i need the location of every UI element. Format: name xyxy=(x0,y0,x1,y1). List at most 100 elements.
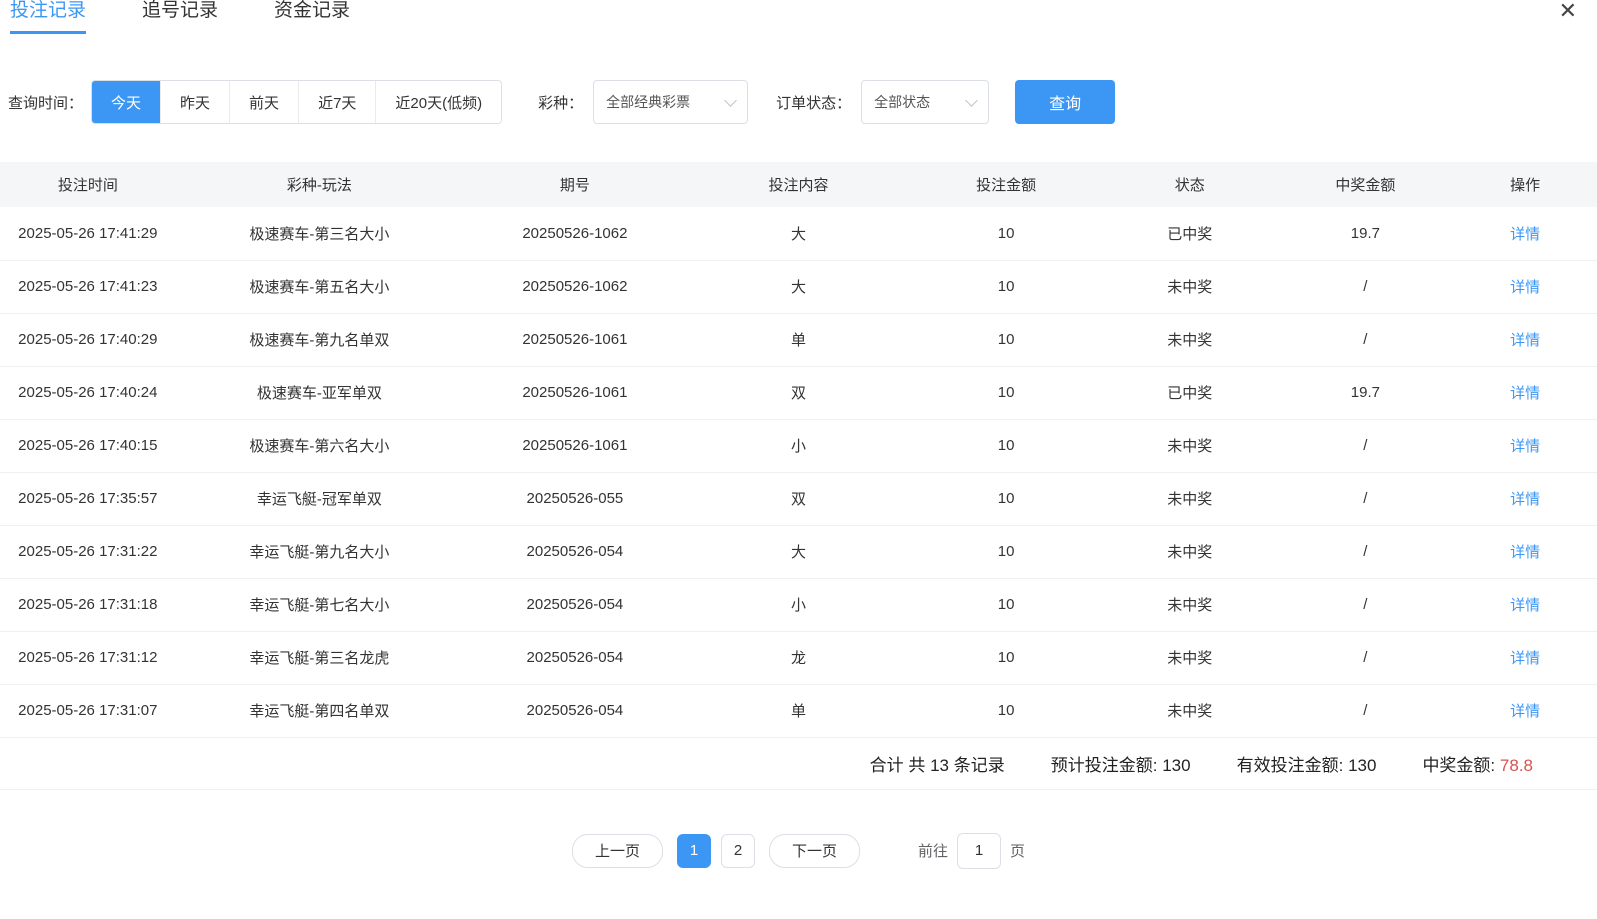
cell-issue: 20250526-055 xyxy=(463,472,687,525)
goto-page-input[interactable] xyxy=(957,833,1001,869)
cell-bet-content: 小 xyxy=(687,419,911,472)
lottery-filter-label: 彩种： xyxy=(538,92,583,113)
cell-issue: 20250526-054 xyxy=(463,525,687,578)
detail-link[interactable]: 详情 xyxy=(1510,650,1540,667)
detail-link[interactable]: 详情 xyxy=(1510,438,1540,455)
table-row: 2025-05-26 17:41:29 极速赛车-第三名大小 20250526-… xyxy=(0,207,1597,260)
order-status-select[interactable]: 全部状态 xyxy=(861,80,989,124)
cell-action: 详情 xyxy=(1453,578,1597,631)
cell-bet-amount: 10 xyxy=(910,578,1102,631)
page-button-1[interactable]: 1 xyxy=(677,834,711,868)
bet-records-panel: 投注记录 追号记录 资金记录 ✕ 查询时间： 今天 昨天 前天 近7天 近20天… xyxy=(0,0,1597,919)
cell-bet-amount: 10 xyxy=(910,631,1102,684)
cell-status: 已中奖 xyxy=(1102,207,1278,260)
cell-bet-content: 大 xyxy=(687,525,911,578)
time-option-7days[interactable]: 近7天 xyxy=(298,81,375,123)
cell-bet-amount: 10 xyxy=(910,419,1102,472)
tab-chase-records[interactable]: 追号记录 xyxy=(142,0,218,31)
tab-fund-records[interactable]: 资金记录 xyxy=(274,0,350,31)
cell-bet-content: 单 xyxy=(687,684,911,737)
goto-unit-label: 页 xyxy=(1010,840,1025,861)
cell-game-play: 幸运飞艇-第九名大小 xyxy=(176,525,463,578)
cell-bet-amount: 10 xyxy=(910,525,1102,578)
cell-game-play: 极速赛车-第九名单双 xyxy=(176,313,463,366)
bet-records-table: 投注时间 彩种-玩法 期号 投注内容 投注金额 状态 中奖金额 操作 2025-… xyxy=(0,162,1597,738)
table-row: 2025-05-26 17:31:12 幸运飞艇-第三名龙虎 20250526-… xyxy=(0,631,1597,684)
cell-prize: 19.7 xyxy=(1278,366,1454,419)
close-icon[interactable]: ✕ xyxy=(1559,0,1577,22)
table-row: 2025-05-26 17:31:18 幸运飞艇-第七名大小 20250526-… xyxy=(0,578,1597,631)
cell-status: 已中奖 xyxy=(1102,366,1278,419)
header-action: 操作 xyxy=(1453,162,1597,207)
cell-game-play: 极速赛车-亚军单双 xyxy=(176,366,463,419)
tab-bet-records[interactable]: 投注记录 xyxy=(10,0,86,34)
cell-bet-content: 龙 xyxy=(687,631,911,684)
cell-bet-time: 2025-05-26 17:31:22 xyxy=(0,525,176,578)
detail-link[interactable]: 详情 xyxy=(1510,332,1540,349)
time-filter-label: 查询时间： xyxy=(8,92,83,113)
table-row: 2025-05-26 17:31:07 幸运飞艇-第四名单双 20250526-… xyxy=(0,684,1597,737)
table-row: 2025-05-26 17:40:29 极速赛车-第九名单双 20250526-… xyxy=(0,313,1597,366)
summary-total: 合计 共 13 条记录 xyxy=(870,751,1005,776)
header-game-play: 彩种-玩法 xyxy=(176,162,463,207)
cell-prize: / xyxy=(1278,631,1454,684)
cell-bet-amount: 10 xyxy=(910,366,1102,419)
lottery-select-value: 全部经典彩票 xyxy=(606,92,690,112)
detail-link[interactable]: 详情 xyxy=(1510,597,1540,614)
search-button[interactable]: 查询 xyxy=(1015,80,1115,124)
page-button-2[interactable]: 2 xyxy=(721,834,755,868)
table-row: 2025-05-26 17:35:57 幸运飞艇-冠军单双 20250526-0… xyxy=(0,472,1597,525)
detail-link[interactable]: 详情 xyxy=(1510,279,1540,296)
summary-valid: 有效投注金额: 130 xyxy=(1237,751,1377,776)
cell-bet-time: 2025-05-26 17:40:15 xyxy=(0,419,176,472)
prev-page-button[interactable]: 上一页 xyxy=(572,834,663,868)
cell-game-play: 极速赛车-第六名大小 xyxy=(176,419,463,472)
cell-prize: / xyxy=(1278,578,1454,631)
table-row: 2025-05-26 17:40:15 极速赛车-第六名大小 20250526-… xyxy=(0,419,1597,472)
time-option-20days[interactable]: 近20天(低频) xyxy=(375,81,501,123)
header-prize-amount: 中奖金额 xyxy=(1278,162,1454,207)
summary-prize: 中奖金额: 78.8 xyxy=(1422,751,1533,776)
cell-bet-content: 小 xyxy=(687,578,911,631)
time-option-today[interactable]: 今天 xyxy=(92,81,160,123)
cell-action: 详情 xyxy=(1453,207,1597,260)
header-bet-amount: 投注金额 xyxy=(910,162,1102,207)
cell-bet-content: 单 xyxy=(687,313,911,366)
cell-issue: 20250526-1062 xyxy=(463,260,687,313)
time-option-yesterday[interactable]: 昨天 xyxy=(160,81,229,123)
cell-prize: / xyxy=(1278,419,1454,472)
cell-issue: 20250526-1061 xyxy=(463,313,687,366)
chevron-down-icon xyxy=(965,94,978,107)
table-row: 2025-05-26 17:40:24 极速赛车-亚军单双 20250526-1… xyxy=(0,366,1597,419)
cell-action: 详情 xyxy=(1453,631,1597,684)
cell-prize: / xyxy=(1278,525,1454,578)
cell-game-play: 极速赛车-第三名大小 xyxy=(176,207,463,260)
detail-link[interactable]: 详情 xyxy=(1510,703,1540,720)
cell-prize: / xyxy=(1278,260,1454,313)
cell-action: 详情 xyxy=(1453,684,1597,737)
table-row: 2025-05-26 17:41:23 极速赛车-第五名大小 20250526-… xyxy=(0,260,1597,313)
detail-link[interactable]: 详情 xyxy=(1510,385,1540,402)
header-status: 状态 xyxy=(1102,162,1278,207)
cell-game-play: 极速赛车-第五名大小 xyxy=(176,260,463,313)
cell-bet-time: 2025-05-26 17:31:07 xyxy=(0,684,176,737)
detail-link[interactable]: 详情 xyxy=(1510,544,1540,561)
cell-game-play: 幸运飞艇-冠军单双 xyxy=(176,472,463,525)
cell-status: 未中奖 xyxy=(1102,525,1278,578)
filter-bar: 查询时间： 今天 昨天 前天 近7天 近20天(低频) 彩种： 全部经典彩票 订… xyxy=(0,80,1597,124)
cell-issue: 20250526-1061 xyxy=(463,419,687,472)
cell-issue: 20250526-054 xyxy=(463,684,687,737)
goto-page: 前往 页 xyxy=(918,833,1025,869)
detail-link[interactable]: 详情 xyxy=(1510,491,1540,508)
detail-link[interactable]: 详情 xyxy=(1510,226,1540,243)
lottery-select[interactable]: 全部经典彩票 xyxy=(593,80,748,124)
cell-bet-content: 大 xyxy=(687,207,911,260)
cell-action: 详情 xyxy=(1453,472,1597,525)
cell-bet-time: 2025-05-26 17:31:12 xyxy=(0,631,176,684)
cell-action: 详情 xyxy=(1453,525,1597,578)
cell-prize: / xyxy=(1278,684,1454,737)
time-option-day-before[interactable]: 前天 xyxy=(229,81,298,123)
cell-issue: 20250526-1061 xyxy=(463,366,687,419)
next-page-button[interactable]: 下一页 xyxy=(769,834,860,868)
cell-action: 详情 xyxy=(1453,419,1597,472)
